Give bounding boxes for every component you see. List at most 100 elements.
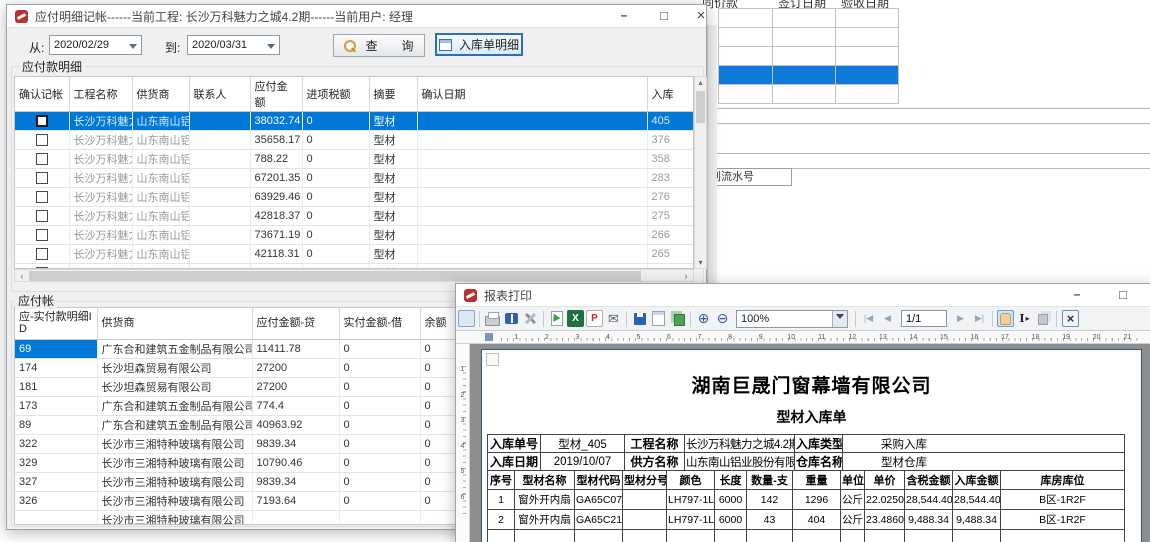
ruler-number: 21 <box>1112 331 1143 344</box>
first-page-icon[interactable] <box>860 310 877 327</box>
next-page-icon[interactable] <box>952 310 969 327</box>
query-button[interactable]: 查 询 <box>333 34 425 57</box>
preview-icon[interactable] <box>458 310 475 327</box>
minimize-button[interactable] <box>615 8 633 24</box>
checkbox[interactable] <box>36 134 48 146</box>
copy-icon[interactable] <box>1035 310 1052 327</box>
table-row[interactable]: 长沙万科魅力...山东南山铝业...788.220型材358 <box>15 150 694 169</box>
detail-vertical-scrollbar[interactable]: ▴ ▾ <box>694 76 707 269</box>
checkbox[interactable] <box>36 115 48 127</box>
cell <box>715 530 747 542</box>
hand-tool-icon[interactable] <box>997 310 1014 327</box>
table-row[interactable]: 长沙万科魅力...山东南山铝业...42118.310型材265 <box>15 245 694 264</box>
cell: 0 <box>302 169 369 188</box>
table-row[interactable]: 长沙万科魅力...山东南山铝业...42818.370型材275 <box>15 207 694 226</box>
scroll-left-icon[interactable]: ‹ <box>16 270 28 282</box>
chevron-down-icon[interactable] <box>832 311 847 327</box>
ruler-number: 9 <box>745 331 776 344</box>
scroll-right-icon[interactable]: › <box>680 270 692 282</box>
table-row[interactable]: 长沙万科魅力...山东南山铝业...67201.350型材283 <box>15 169 694 188</box>
table-row[interactable]: 长沙万科魅力...山东南山铝业...63929.460型材276 <box>15 188 694 207</box>
checkbox[interactable] <box>36 210 48 222</box>
scroll-down-icon[interactable]: ▾ <box>695 258 706 267</box>
print-icon[interactable] <box>484 310 501 327</box>
cell: 358 <box>647 150 694 169</box>
checkbox[interactable] <box>36 191 48 203</box>
checkbox[interactable] <box>36 229 48 241</box>
maximize-button[interactable] <box>655 8 673 24</box>
text-select-icon[interactable] <box>1016 310 1033 327</box>
column-header[interactable]: 实付金额-借 <box>339 308 420 339</box>
table-row[interactable]: 长沙万科魅力...山东南山铝业...73671.190型材266 <box>15 226 694 245</box>
cell: 6000 <box>715 490 747 510</box>
column-header[interactable]: 确认记帐 <box>15 77 69 112</box>
scrollbar-thumb[interactable] <box>696 91 705 123</box>
table-row[interactable]: 长沙万科魅力...山东南山铝业...35658.170型材376 <box>15 131 694 150</box>
window-title: 应付明细记帐------当前工程: 长沙万科魅力之城4.2期------当前用户… <box>35 8 413 25</box>
excel-icon[interactable] <box>567 310 584 327</box>
table-row[interactable]: 长沙万科魅力...山东南山铝业...38032.740型材405 <box>15 112 694 131</box>
cell <box>189 207 250 226</box>
column-header[interactable]: 联系人 <box>189 77 250 112</box>
zoom-out-icon[interactable] <box>714 310 731 327</box>
book-icon[interactable] <box>503 310 520 327</box>
cell <box>15 150 69 169</box>
column-header[interactable]: 应-实付款明细ID <box>15 308 97 339</box>
export-icon[interactable] <box>548 310 565 327</box>
checkbox[interactable] <box>36 172 48 184</box>
page-setup-icon[interactable] <box>650 310 667 327</box>
ruler-number: 18 <box>1020 331 1051 344</box>
cell <box>1001 530 1125 542</box>
payable-titlebar[interactable]: 应付明细记帐------当前工程: 长沙万科魅力之城4.2期------当前用户… <box>7 5 706 28</box>
cell <box>189 188 250 207</box>
mail-icon[interactable] <box>605 310 622 327</box>
divider <box>712 123 1150 124</box>
table-row: 入库单号型材_405工程名称长沙万科魅力之城4.2期入库类型采购入库 <box>488 435 1125 453</box>
last-page-icon[interactable] <box>971 310 988 327</box>
cell: 35658.17 <box>250 131 302 150</box>
cell: 9839.34 <box>252 434 339 453</box>
save-icon[interactable] <box>631 310 648 327</box>
minimize-button[interactable] <box>1068 287 1086 303</box>
cell: 0 <box>339 339 420 358</box>
app-icon <box>464 289 477 302</box>
cell: 69 <box>15 339 97 358</box>
multipage-icon[interactable] <box>669 310 686 327</box>
column-header[interactable]: 摘要 <box>369 77 417 112</box>
column-header: 单位 <box>841 471 865 490</box>
table-row <box>719 47 899 66</box>
maximize-button[interactable] <box>1114 287 1132 303</box>
detail-horizontal-scrollbar[interactable]: ‹ › <box>14 269 694 282</box>
column-header[interactable]: 供货商 <box>132 77 189 112</box>
column-header[interactable]: 应付金额 <box>250 77 302 112</box>
selected-row[interactable] <box>719 66 899 85</box>
column-header[interactable]: 确认日期 <box>417 77 647 112</box>
scroll-up-icon[interactable]: ▴ <box>695 78 706 87</box>
inbound-detail-button[interactable]: 入库单明细 <box>435 33 523 56</box>
table-row <box>719 28 899 47</box>
column-header[interactable]: 工程名称 <box>69 77 132 112</box>
column-header[interactable]: 进项税额 <box>302 77 369 112</box>
checkbox[interactable] <box>36 153 48 165</box>
report-titlebar[interactable]: 报表打印 <box>456 284 1150 307</box>
ruler-number: 1 <box>501 331 532 344</box>
cell: 型材_405 <box>541 435 625 453</box>
column-header[interactable]: 应付金额-贷 <box>252 308 339 339</box>
from-date-combo[interactable]: 2020/02/29 <box>49 35 142 55</box>
close-preview-icon[interactable] <box>1062 310 1079 327</box>
scrollbar-thumb[interactable] <box>29 271 641 281</box>
to-date-combo[interactable]: 2020/03/31 <box>187 35 280 55</box>
close-button[interactable] <box>692 8 710 24</box>
tools-icon[interactable] <box>522 310 539 327</box>
cell: 入库单号 <box>488 435 541 453</box>
zoom-combo[interactable]: 100% <box>736 310 848 328</box>
page-number-input[interactable] <box>901 310 947 327</box>
column-header[interactable]: 供货商 <box>97 308 252 339</box>
cell: 28,544.40 <box>953 490 1001 510</box>
zoom-in-icon[interactable] <box>695 310 712 327</box>
column-header[interactable]: 入库 <box>647 77 694 112</box>
checkbox[interactable] <box>36 248 48 260</box>
prev-page-icon[interactable] <box>879 310 896 327</box>
pdf-icon[interactable] <box>586 310 603 327</box>
cell: 山东南山铝业... <box>132 188 189 207</box>
